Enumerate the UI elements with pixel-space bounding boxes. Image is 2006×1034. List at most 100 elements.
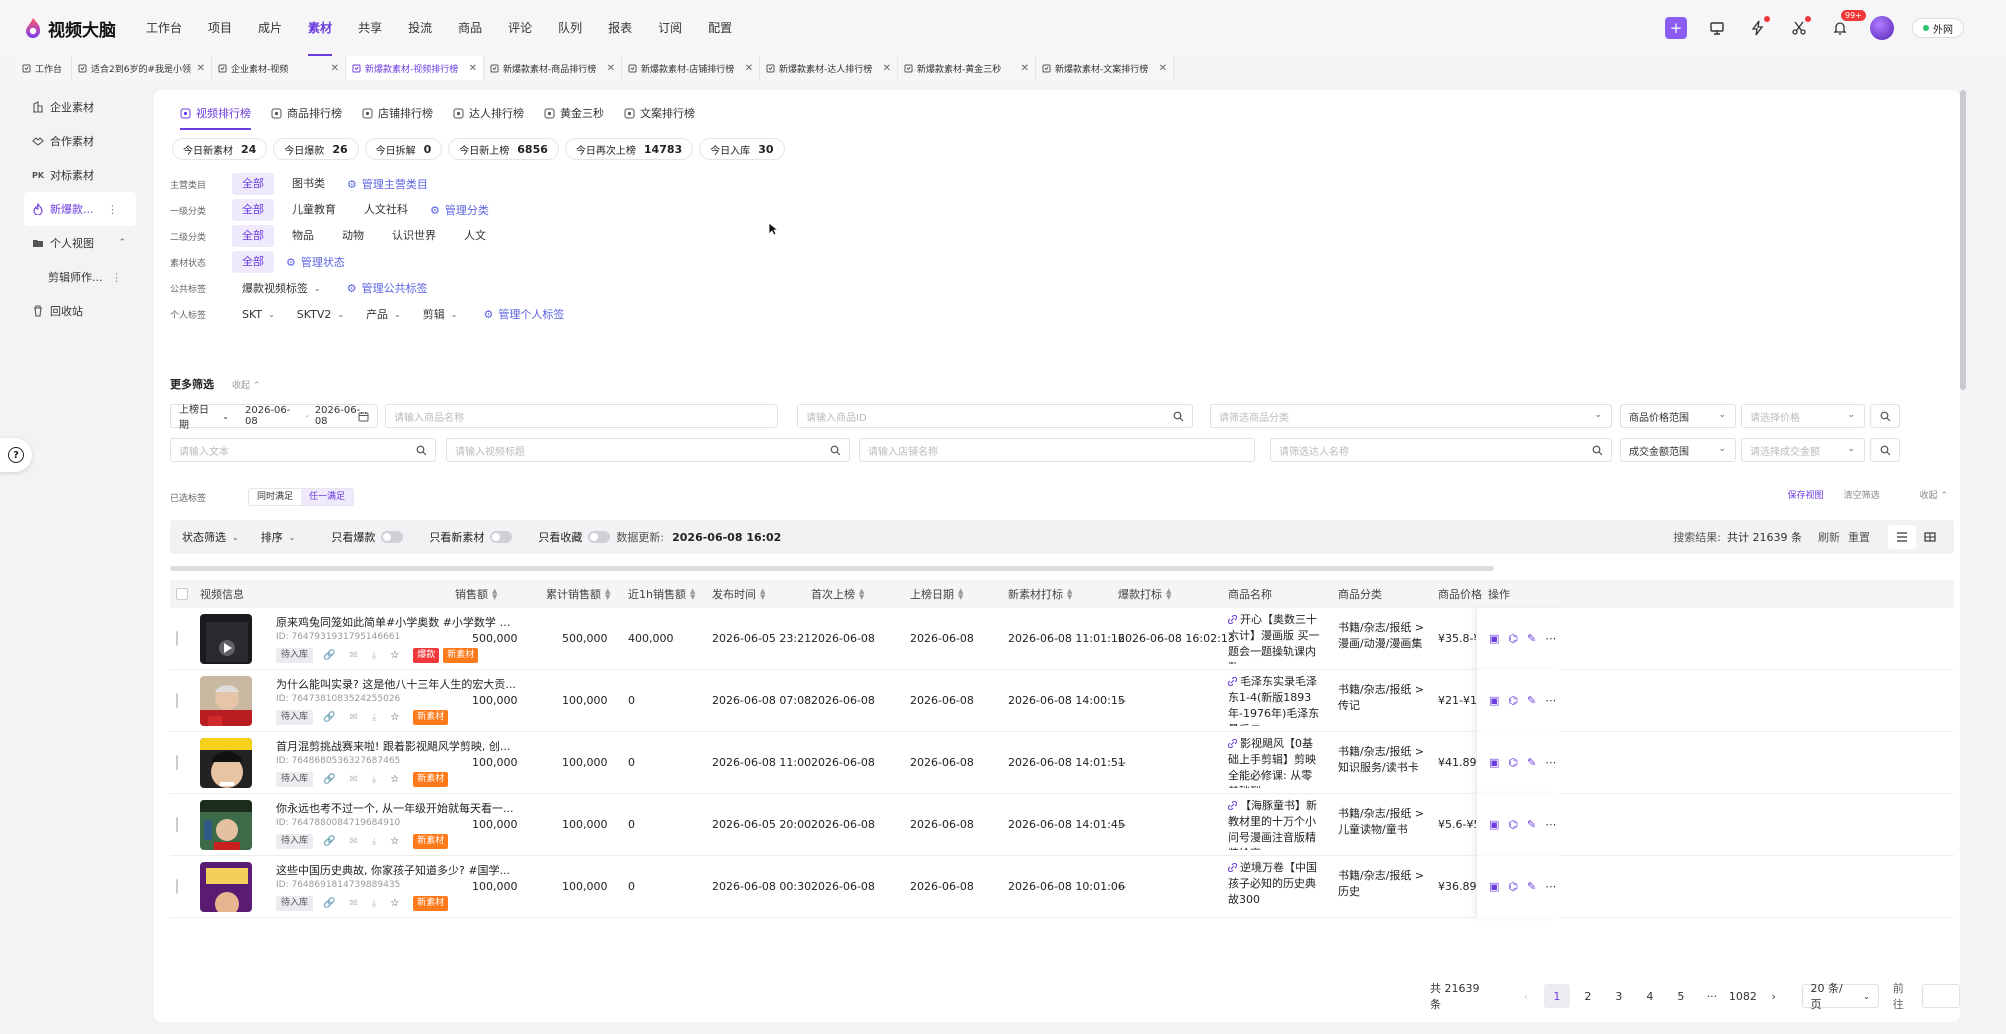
public-tag-dropdown[interactable]: 爆款视频标签 ⌄ <box>242 280 321 296</box>
horizontal-scrollbar[interactable] <box>170 566 1494 571</box>
monitor-icon[interactable] <box>1706 17 1728 39</box>
sort-icon[interactable]: ▲ ▼ <box>492 588 497 601</box>
manage-main-category-link[interactable]: ⚙ 管理主营类目 <box>347 176 428 192</box>
sort-dropdown[interactable]: 排序 ⌄ <box>261 529 296 545</box>
link-icon[interactable]: 🔗 <box>323 836 335 847</box>
download-icon[interactable]: ⤓ <box>372 650 376 661</box>
chip-all[interactable]: 全部 <box>232 199 274 221</box>
date-range-picker[interactable]: 上榜日期 ⌄ 2026-06-08-2026-06-08 <box>170 404 378 431</box>
sort-icon[interactable]: ▲ ▼ <box>605 588 610 601</box>
only-fav-toggle[interactable]: 只看收藏 <box>538 529 611 545</box>
nav-item[interactable]: 商品 <box>458 0 482 56</box>
sidebar-item[interactable]: 新爆款... ⋮ <box>24 192 136 226</box>
sidebar-item[interactable]: 个人视图 ⌃ <box>0 226 140 260</box>
nav-item[interactable]: 共享 <box>358 0 382 56</box>
nav-item[interactable]: 队列 <box>558 0 582 56</box>
sort-icon[interactable]: ▲ ▼ <box>1166 588 1171 601</box>
row-checkbox[interactable] <box>176 817 178 832</box>
toggle-switch[interactable] <box>381 531 404 543</box>
collapse-link[interactable]: 收起 ⌃ <box>232 378 260 391</box>
product-name-input[interactable]: 请输入商品名称 <box>385 404 778 428</box>
close-icon[interactable]: ✕ <box>883 63 891 74</box>
price-search-button[interactable] <box>1870 404 1900 428</box>
rank-tab[interactable]: 视频排行榜 <box>180 100 251 130</box>
tag-icon[interactable]: ⌬ <box>1508 818 1518 831</box>
match-any-option[interactable]: 任一满足 <box>301 489 354 505</box>
video-thumbnail[interactable] <box>200 614 252 664</box>
sort-icon[interactable]: ▲ ▼ <box>859 588 864 601</box>
page-tab[interactable]: 新爆款素材-店铺排行榜 ✕ <box>622 56 760 80</box>
close-icon[interactable]: ✕ <box>1021 63 1029 74</box>
row-checkbox[interactable] <box>176 879 178 894</box>
sidebar-item[interactable]: 剪辑师作... ⋮ <box>0 260 140 294</box>
column-header[interactable]: 首次上榜 ▲ ▼ <box>811 580 864 608</box>
edit-icon[interactable]: ✎ <box>1527 694 1536 707</box>
nav-item[interactable]: 项目 <box>208 0 232 56</box>
chip-all[interactable]: 全部 <box>232 173 274 195</box>
video-thumbnail[interactable] <box>200 676 252 726</box>
product-name[interactable]: 影视飓风【0基础上手剪辑】剪映全能必修课: 从零基础到... <box>1228 736 1322 788</box>
close-icon[interactable]: ✕ <box>607 63 615 74</box>
select-all-checkbox[interactable] <box>176 580 188 608</box>
edit-icon[interactable]: ✎ <box>1527 818 1536 831</box>
tag-dropdown-edit[interactable]: 剪辑 ⌄ <box>423 306 458 322</box>
search-icon[interactable] <box>1173 411 1184 422</box>
rank-tab[interactable]: 达人排行榜 <box>453 100 524 126</box>
sort-icon[interactable]: ▲ ▼ <box>958 588 963 601</box>
vertical-scrollbar[interactable] <box>1960 90 1966 390</box>
refresh-button[interactable]: 刷新 <box>1818 529 1840 545</box>
toggle-switch[interactable] <box>490 531 513 543</box>
bookmark-icon[interactable]: ▣ <box>1489 632 1499 645</box>
more-icon[interactable]: ⋯ <box>1545 632 1556 645</box>
page-number[interactable]: ··· <box>1699 984 1725 1008</box>
video-thumbnail[interactable] <box>200 800 252 850</box>
star-icon[interactable]: ☆ <box>390 774 399 785</box>
manage-status-link[interactable]: ⚙ 管理状态 <box>286 254 345 270</box>
rank-tab[interactable]: 文案排行榜 <box>624 100 695 126</box>
chip-animals[interactable]: 动物 <box>332 225 374 247</box>
tag-icon[interactable]: ⌬ <box>1508 694 1518 707</box>
nav-item[interactable]: 投流 <box>408 0 432 56</box>
table-row[interactable]: 原来鸡兔同笼如此简单#小学奥数 #小学数学 #... ID: 7647931931… <box>170 608 1954 670</box>
column-header[interactable]: 累计销售额 ▲ ▼ <box>546 580 610 608</box>
nav-item[interactable]: 工作台 <box>146 0 182 56</box>
stat-pill[interactable]: 今日新上榜 6856 <box>448 138 559 160</box>
column-header[interactable]: 近1h销售额 ▲ ▼ <box>628 580 695 608</box>
video-title[interactable]: 原来鸡兔同笼如此简单#小学奥数 #小学数学 #... <box>276 614 516 630</box>
chip-books[interactable]: 图书类 <box>282 173 335 195</box>
row-checkbox[interactable] <box>176 693 178 708</box>
table-row[interactable]: 你永远也考不过一个, 从一年级开始就每天看一... ID: 76478800847… <box>170 794 1954 856</box>
nav-item[interactable]: 素材 <box>308 0 333 56</box>
mail-icon[interactable]: ✉ <box>349 836 357 847</box>
chip-all[interactable]: 全部 <box>232 225 274 247</box>
chip-children-edu[interactable]: 儿童教育 <box>282 199 346 221</box>
star-icon[interactable]: ☆ <box>390 898 399 909</box>
nav-item[interactable]: 配置 <box>708 0 732 56</box>
app-logo[interactable]: 视频大脑 <box>24 16 124 41</box>
shop-name-input[interactable]: 请输入店铺名称 <box>859 438 1255 462</box>
page-tab[interactable]: 新爆款素材-视频排行榜 ✕ <box>346 56 484 80</box>
page-tab[interactable]: 企业素材-视频 ✕ <box>212 56 346 80</box>
page-tab[interactable]: 新爆款素材-文案排行榜 ✕ <box>1036 56 1174 80</box>
close-icon[interactable]: ✕ <box>331 63 339 74</box>
link-icon[interactable]: 🔗 <box>323 712 335 723</box>
chip-all[interactable]: 全部 <box>232 251 274 273</box>
bookmark-icon[interactable]: ▣ <box>1489 818 1499 831</box>
collapse-filter-link[interactable]: 收起 ⌃ <box>1900 488 1948 501</box>
product-category-select[interactable]: 请筛选商品分类 ⌄ <box>1210 404 1612 428</box>
edit-icon[interactable]: ✎ <box>1527 756 1536 769</box>
next-page-icon[interactable]: › <box>1761 984 1787 1008</box>
list-view-icon[interactable] <box>1888 525 1916 549</box>
download-icon[interactable]: ⤓ <box>372 712 376 723</box>
mail-icon[interactable]: ✉ <box>349 712 357 723</box>
tag-dropdown-sktv2[interactable]: SKTV2 ⌄ <box>297 308 344 321</box>
video-title[interactable]: 为什么能叫实录? 这是他八十三年人生的宏大贡... <box>276 676 516 692</box>
star-icon[interactable]: ☆ <box>390 650 399 661</box>
sidebar-item[interactable]: 回收站 <box>0 294 140 328</box>
video-title[interactable]: 你永远也考不过一个, 从一年级开始就每天看一... <box>276 800 516 816</box>
more-icon[interactable]: ⋮ <box>111 271 122 284</box>
chip-culture[interactable]: 人文 <box>454 225 496 247</box>
tag-dropdown-skt[interactable]: SKT ⌄ <box>242 308 275 321</box>
creator-name-input[interactable]: 请筛选达人名称 <box>1270 438 1612 462</box>
column-header[interactable]: 上榜日期 ▲ ▼ <box>910 580 963 608</box>
